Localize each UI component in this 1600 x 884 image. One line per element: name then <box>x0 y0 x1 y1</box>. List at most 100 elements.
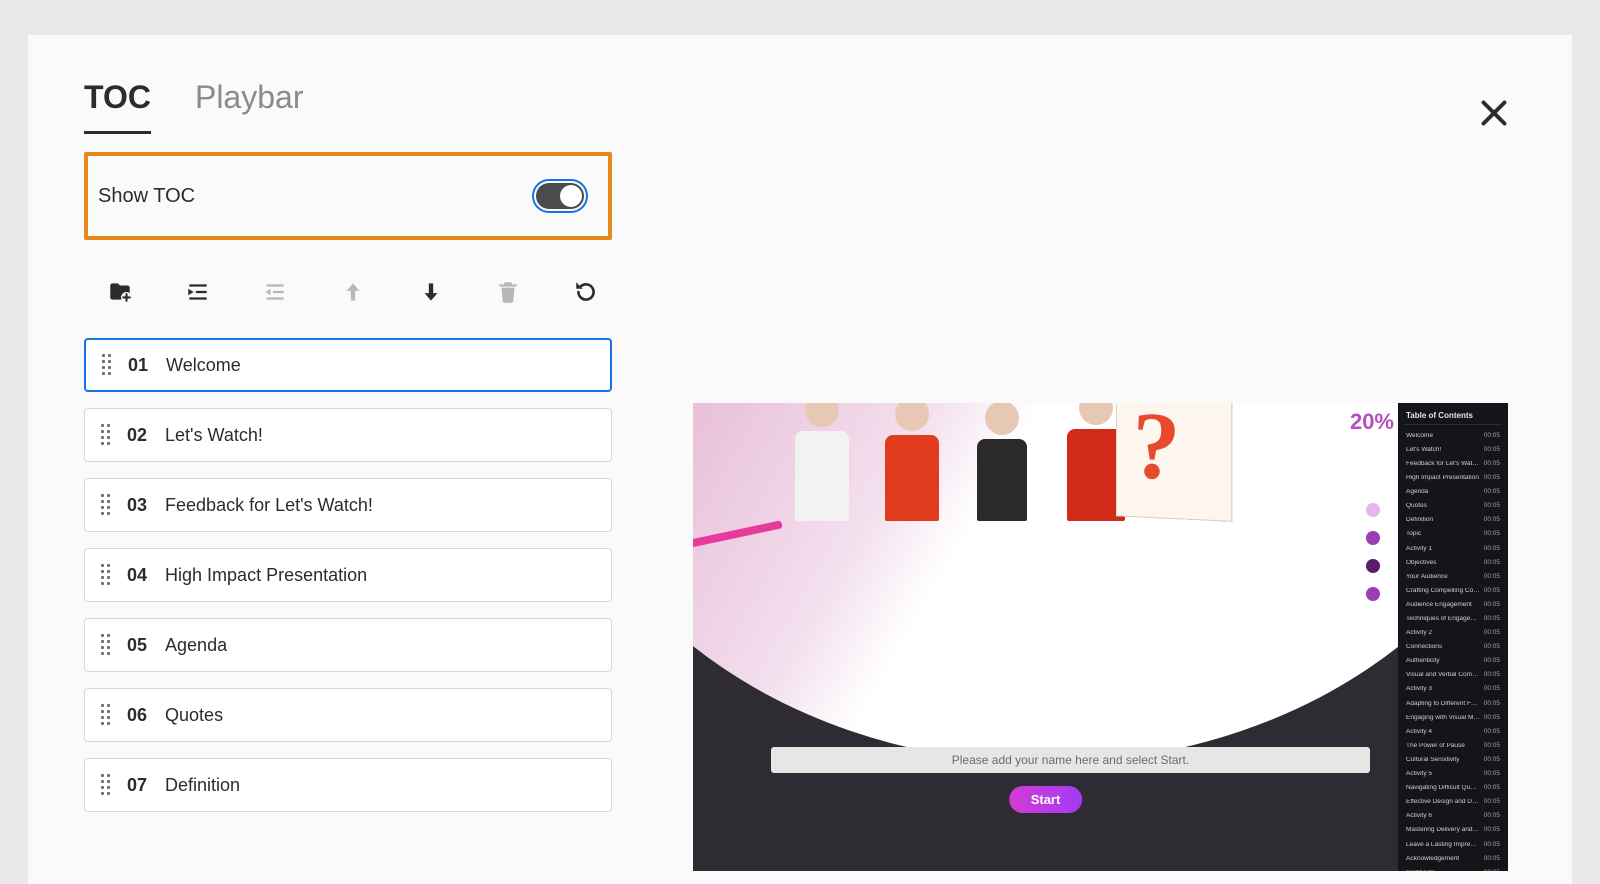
toc-item-label: Agenda <box>165 635 227 656</box>
mini-toc-duration: 00:05 <box>1484 827 1500 834</box>
mini-toc-row[interactable]: Effective Design and Delivery00:05 <box>1404 795 1502 809</box>
mini-toc-title-text: Authenticity <box>1406 658 1440 665</box>
mini-toc-title-text: High Impact Presentation <box>1406 475 1479 482</box>
mini-toc-row[interactable]: Activity 600:05 <box>1404 810 1502 824</box>
mini-toc-duration: 00:05 <box>1484 870 1500 871</box>
mini-toc-row[interactable]: Quotes 00:05 <box>1404 499 1502 513</box>
mini-toc-title-text: Let's Watch! <box>1406 447 1441 454</box>
mini-toc-duration: 00:05 <box>1484 461 1500 468</box>
tab-toc[interactable]: TOC <box>84 79 151 134</box>
toc-item[interactable]: 06Quotes <box>84 688 612 742</box>
progress-percent: 20% <box>1350 409 1394 435</box>
toc-item[interactable]: 01Welcome <box>84 338 612 392</box>
toc-item-number: 07 <box>127 775 147 796</box>
show-toc-toggle[interactable] <box>536 183 584 209</box>
mini-toc-row[interactable]: Agenda00:05 <box>1404 485 1502 499</box>
toc-item[interactable]: 03Feedback for Let's Watch! <box>84 478 612 532</box>
drag-handle-icon[interactable] <box>101 774 109 796</box>
mini-toc-row[interactable]: Adapting to Different Formats00:05 <box>1404 697 1502 711</box>
mini-toc-duration: 00:05 <box>1484 856 1500 863</box>
toc-item-number: 04 <box>127 565 147 586</box>
mini-toc-title-text: Activity 5 <box>1406 771 1432 778</box>
undo-icon <box>573 279 599 305</box>
tab-playbar[interactable]: Playbar <box>195 79 304 134</box>
mini-toc-title-text: Activity 4 <box>1406 729 1432 736</box>
preview-slide: ? 20% Please add your name here and sele… <box>693 403 1398 871</box>
add-folder-button[interactable] <box>106 276 134 308</box>
toc-item-number: 06 <box>127 705 147 726</box>
mini-toc-row[interactable]: Your Audience00:05 <box>1404 570 1502 584</box>
toc-item[interactable]: 05Agenda <box>84 618 612 672</box>
mini-toc-duration: 00:05 <box>1484 475 1500 482</box>
toc-item-label: Let's Watch! <box>165 425 263 446</box>
mini-toc-duration: 00:05 <box>1484 771 1500 778</box>
delete-button[interactable] <box>495 276 523 308</box>
mini-toc-title: Table of Contents <box>1404 409 1502 425</box>
close-button[interactable] <box>1476 95 1512 131</box>
mini-toc-title-text: Crafting Compelling Content <box>1406 588 1480 595</box>
mini-toc-title-text: Quotes <box>1406 503 1427 510</box>
name-input[interactable]: Please add your name here and select Sta… <box>771 747 1370 773</box>
move-down-button[interactable] <box>417 276 445 308</box>
mini-toc-duration: 00:05 <box>1484 842 1500 849</box>
drag-handle-icon[interactable] <box>102 354 110 376</box>
mini-toc-title-text: Audience Engagement <box>1406 602 1472 609</box>
mini-toc-row[interactable]: Cultural Sensitivity00:05 <box>1404 753 1502 767</box>
drag-handle-icon[interactable] <box>101 564 109 586</box>
mini-toc-duration: 00:05 <box>1484 644 1500 651</box>
mini-toc-row[interactable]: Welcome00:05 <box>1404 429 1502 443</box>
drag-handle-icon[interactable] <box>101 494 109 516</box>
mini-toc-title-text: Techniques of Engagement <box>1406 616 1480 623</box>
mini-toc-row[interactable]: Activity 300:05 <box>1404 683 1502 697</box>
mini-toc-duration: 00:05 <box>1484 503 1500 510</box>
toc-item-label: Feedback for Let's Watch! <box>165 495 373 516</box>
mini-toc-row[interactable]: Objectives00:05 <box>1404 556 1502 570</box>
mini-toc-row[interactable]: Engaging with Visual Metaphors00:05 <box>1404 711 1502 725</box>
mini-toc-row[interactable]: Activity 100:05 <box>1404 542 1502 556</box>
mini-toc-row[interactable]: Topic00:05 <box>1404 528 1502 542</box>
toc-item[interactable]: 07Definition <box>84 758 612 812</box>
mini-toc-row[interactable]: Feedback for Let's Watch!00:05 <box>1404 457 1502 471</box>
start-button[interactable]: Start <box>1009 786 1083 813</box>
mini-toc-row[interactable]: High Impact Presentation 00:05 <box>1404 471 1502 485</box>
mini-toc-row[interactable]: Crafting Compelling Content00:05 <box>1404 584 1502 598</box>
mini-toc-row[interactable]: Activity 5 00:05 <box>1404 767 1502 781</box>
mini-toc-row[interactable]: Activity 4 00:05 <box>1404 725 1502 739</box>
toc-item-number: 01 <box>128 355 148 376</box>
mini-toc-row[interactable]: Acknowledgement00:05 <box>1404 852 1502 866</box>
mini-toc-duration: 00:05 <box>1484 672 1500 679</box>
outdent-button[interactable] <box>261 276 289 308</box>
indent-button[interactable] <box>184 276 212 308</box>
drag-handle-icon[interactable] <box>101 424 109 446</box>
mini-toc-row[interactable]: Authenticity00:05 <box>1404 655 1502 669</box>
left-column: TOC Playbar Show TOC <box>28 35 668 884</box>
toc-item[interactable]: 02Let's Watch! <box>84 408 612 462</box>
mini-toc-title-text: The Power of Pause <box>1406 743 1465 750</box>
mini-toc-row[interactable]: The Power of Pause00:05 <box>1404 739 1502 753</box>
mini-toc-title-text: Activity 6 <box>1406 813 1432 820</box>
mini-toc-row[interactable]: Techniques of Engagement00:05 <box>1404 612 1502 626</box>
mini-toc-row[interactable]: Audience Engagement00:05 <box>1404 598 1502 612</box>
drag-handle-icon[interactable] <box>101 634 109 656</box>
drag-handle-icon[interactable] <box>101 704 109 726</box>
move-up-button[interactable] <box>339 276 367 308</box>
mini-toc-title-text: Mastering Delivery and Impact <box>1406 827 1480 834</box>
tab-bar: TOC Playbar <box>84 35 612 134</box>
mini-toc-row[interactable]: Activity 200:05 <box>1404 626 1502 640</box>
mini-toc-duration: 00:05 <box>1484 630 1500 637</box>
mini-toc-row[interactable]: Leave a Lasting Impression00:05 <box>1404 838 1502 852</box>
mini-toc-row[interactable]: Certificate00:05 <box>1404 866 1502 871</box>
reset-button[interactable] <box>572 276 600 308</box>
mini-toc-row[interactable]: Navigating Difficult Questions00:05 <box>1404 781 1502 795</box>
folder-plus-icon <box>107 279 133 305</box>
outdent-icon <box>262 279 288 305</box>
mini-toc-row[interactable]: Visual and Verbal Communication00:05 <box>1404 669 1502 683</box>
arrow-down-icon <box>418 279 444 305</box>
mini-toc-duration: 00:05 <box>1484 729 1500 736</box>
mini-toc-row[interactable]: Definition00:05 <box>1404 514 1502 528</box>
mini-toc-row[interactable]: Connections00:05 <box>1404 640 1502 654</box>
mini-toc-row[interactable]: Let's Watch!00:05 <box>1404 443 1502 457</box>
mini-toc-row[interactable]: Mastering Delivery and Impact 00:05 <box>1404 824 1502 838</box>
toc-item[interactable]: 04High Impact Presentation <box>84 548 612 602</box>
mini-toc-title-text: Welcome <box>1406 433 1433 440</box>
